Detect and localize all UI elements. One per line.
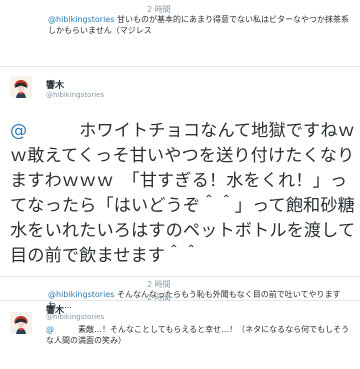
mention-link[interactable]: @hibikingstories — [48, 290, 114, 299]
tweet-text: @ ホワイトチョコなんて地獄ですねｗｗ敢えてくっそ甘いやつを送り付けたくなります… — [10, 119, 356, 269]
avatar[interactable] — [10, 76, 32, 98]
user-handle[interactable]: @hibikingstories — [46, 91, 104, 99]
mention-link[interactable]: @ — [10, 121, 27, 141]
tweet-4[interactable]: 響木 @hibikingstories 2 時間 @ 素敵…！そんなことしてもら… — [0, 293, 360, 361]
tweet-text: @ 素敵…！そんなことしてもらえると幸せ…！（ネタになるなら何でもしそうな人間の… — [46, 324, 356, 346]
avatar[interactable] — [10, 312, 32, 334]
avatar-image-icon — [10, 312, 32, 334]
tweet-body: 素敵…！そんなことしてもらえると幸せ…！（ネタになるなら何でもしそうな人間の満面… — [46, 325, 350, 345]
tweet-timestamp[interactable]: 2 時間 — [147, 292, 171, 303]
avatar-image-icon — [10, 76, 32, 98]
mention-link[interactable]: @hibikingstories — [48, 15, 114, 24]
tweet-1[interactable]: 2 時間 @hibikingstories 甘いものが基本的にあまり得意でない私… — [0, 0, 360, 66]
mention-link[interactable]: @ — [46, 325, 54, 334]
tweet-body: ホワイトチョコなんて地獄ですねｗｗ敢えてくっそ甘いやつを送り付けたくなりますわｗ… — [10, 121, 356, 266]
display-name[interactable]: 響木 — [46, 78, 64, 91]
tweet-text: @hibikingstories 甘いものが基本的にあまり得意でない私はビターな… — [48, 14, 356, 36]
user-handle[interactable]: @hibikingstories — [46, 313, 104, 321]
